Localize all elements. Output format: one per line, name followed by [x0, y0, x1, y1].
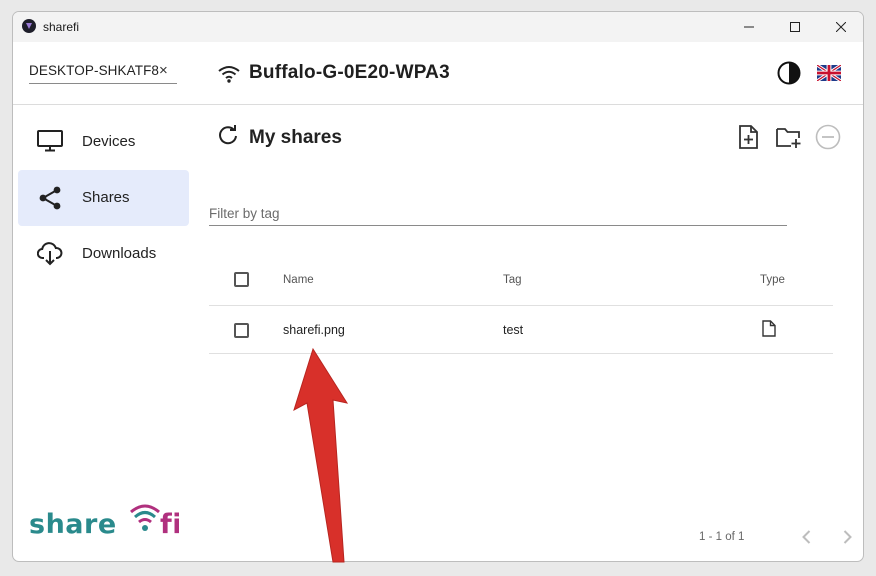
sharefi-logo-graphic: share fi [29, 504, 182, 540]
row-checkbox[interactable] [234, 323, 249, 338]
maximize-icon [790, 22, 800, 32]
sharefi-logo: share fi [29, 502, 182, 547]
select-all-checkbox[interactable] [234, 272, 249, 287]
refresh-icon[interactable] [217, 125, 239, 147]
next-page-icon[interactable] [839, 529, 855, 545]
minimize-button[interactable] [726, 12, 772, 42]
device-selector[interactable]: DESKTOP-SHKATF8 × [29, 62, 177, 84]
table-header-row: Name Tag Type [209, 254, 833, 306]
add-folder-icon[interactable] [775, 124, 803, 150]
sidebar-item-label: Shares [82, 189, 130, 206]
add-file-icon[interactable] [738, 124, 760, 150]
shares-table: Name Tag Type sharefi.png test [209, 254, 833, 354]
logo-text-fi: fi [160, 509, 179, 540]
sidebar: Devices Shares Downloads share f [13, 106, 195, 561]
sidebar-item-label: Devices [82, 133, 136, 150]
page-title: My shares [249, 127, 342, 148]
remove-icon[interactable] [815, 124, 841, 150]
filter-by-tag-field[interactable] [209, 202, 787, 226]
file-icon [762, 320, 776, 337]
wifi-icon [218, 66, 240, 83]
column-header-type[interactable]: Type [760, 274, 785, 286]
app-logo-icon [22, 19, 36, 33]
monitor-icon [37, 130, 63, 152]
cloud-download-icon [37, 242, 63, 266]
theme-toggle-icon[interactable] [777, 61, 801, 85]
clear-device-button[interactable]: × [159, 62, 168, 79]
sidebar-item-downloads[interactable]: Downloads [18, 226, 189, 282]
uk-flag-icon[interactable] [817, 65, 841, 81]
logo-wifi-icon [130, 504, 160, 531]
device-name: DESKTOP-SHKATF8 [29, 63, 160, 78]
app-window: sharefi DESKTOP-SHKATF8 × Buffalo-G-0E20… [12, 11, 864, 562]
network-name: Buffalo-G-0E20-WPA3 [249, 62, 450, 83]
close-icon [836, 22, 846, 32]
pagination-range: 1 - 1 of 1 [699, 531, 745, 543]
main-panel: My shares Name Tag Type [195, 106, 863, 561]
column-header-name[interactable]: Name [283, 274, 314, 286]
maximize-button[interactable] [772, 12, 818, 42]
logo-text-share: share [29, 509, 117, 540]
minimize-icon [744, 26, 754, 28]
close-button[interactable] [818, 12, 863, 42]
previous-page-icon[interactable] [799, 529, 815, 545]
table-row[interactable]: sharefi.png test [209, 306, 833, 354]
app-header: DESKTOP-SHKATF8 × Buffalo-G-0E20-WPA3 [13, 42, 863, 105]
file-name: sharefi.png [283, 323, 345, 337]
column-header-tag[interactable]: Tag [503, 274, 522, 286]
sidebar-item-shares[interactable]: Shares [18, 170, 189, 226]
title-bar[interactable]: sharefi [13, 12, 863, 42]
sidebar-item-devices[interactable]: Devices [18, 114, 189, 170]
sidebar-item-label: Downloads [82, 245, 157, 262]
share-icon [39, 186, 61, 210]
file-tag: test [503, 323, 524, 337]
filter-by-tag-input[interactable] [209, 202, 787, 224]
window-title: sharefi [43, 20, 80, 34]
